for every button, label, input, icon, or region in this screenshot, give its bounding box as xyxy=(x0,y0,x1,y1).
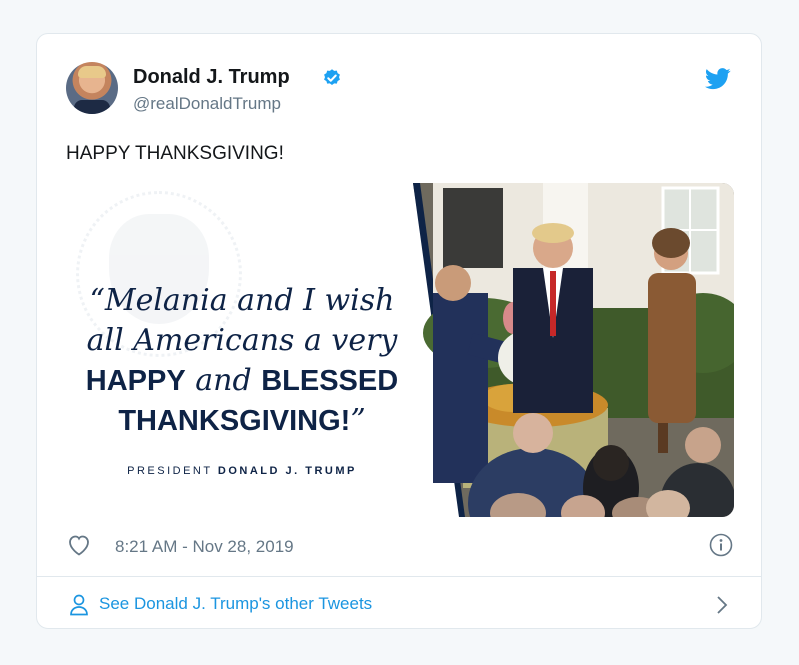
tweet-timestamp[interactable]: 8:21 AM - Nov 28, 2019 xyxy=(115,537,294,557)
quote-blessed: BLESSED xyxy=(261,365,399,397)
tweet-text: HAPPY THANKSGIVING! xyxy=(66,143,284,164)
tweet-media-image[interactable]: “Melania and I wish all Americans a very… xyxy=(66,183,734,517)
author-name[interactable]: Donald J. Trump xyxy=(133,66,290,89)
quote-happy: HAPPY xyxy=(85,365,186,397)
quote-thanksgiving: THANKSGIVING! xyxy=(118,405,351,437)
heart-icon[interactable] xyxy=(67,534,91,556)
quote-line-2: all Americans a very xyxy=(86,323,398,358)
turkey-pardon-photo xyxy=(413,183,734,517)
twitter-bird-icon[interactable] xyxy=(705,68,731,90)
author-handle[interactable]: @realDonaldTrump xyxy=(133,94,281,114)
attribution-name: DONALD J. TRUMP xyxy=(217,465,357,477)
quote-line-1: “Melania and I wish xyxy=(89,283,395,318)
chevron-right-icon[interactable] xyxy=(715,594,729,616)
info-icon[interactable] xyxy=(709,533,733,557)
quote-close-mark: ” xyxy=(350,403,366,438)
quote-text: “Melania and I wish all Americans a very… xyxy=(66,281,418,441)
quote-line-4: THANKSGIVING!” xyxy=(66,401,418,441)
quote-line-3: HAPPY and BLESSED xyxy=(66,361,418,401)
footer-divider xyxy=(37,576,761,577)
person-icon xyxy=(70,594,88,616)
avatar[interactable] xyxy=(66,62,118,114)
embedded-tweet-card: Donald J. Trump @realDonaldTrump HAPPY T… xyxy=(36,33,762,629)
quote-and: and xyxy=(185,363,262,398)
verified-badge-icon xyxy=(324,69,340,85)
see-other-tweets-link[interactable]: See Donald J. Trump's other Tweets xyxy=(99,594,372,614)
attribution-prefix: PRESIDENT xyxy=(127,465,218,477)
quote-attribution: PRESIDENT DONALD J. TRUMP xyxy=(66,465,418,477)
